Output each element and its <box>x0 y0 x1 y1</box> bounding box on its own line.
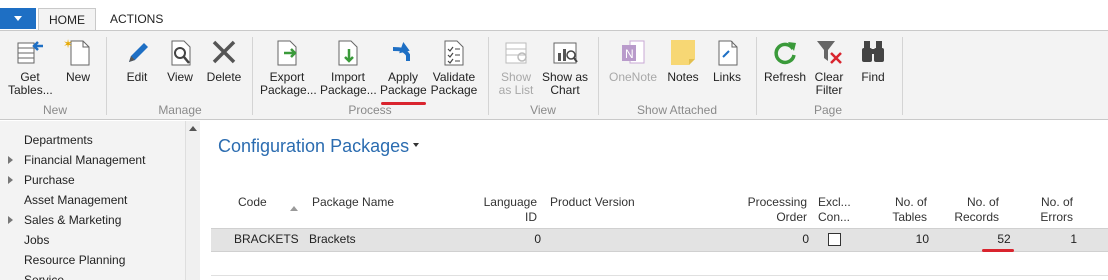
column-header-no-of-errors[interactable]: No. of Errors <box>1021 195 1073 225</box>
group-separator <box>106 37 107 115</box>
group-label-process: Process <box>348 103 392 117</box>
nav-item[interactable]: Asset Management <box>24 193 127 207</box>
cell-code[interactable]: BRACKETS <box>234 232 299 246</box>
navigation-pane: Departments Financial Management Purchase A… <box>0 121 200 280</box>
chart-view-icon <box>550 37 580 67</box>
nav-scrollbar[interactable] <box>185 121 200 280</box>
onenote-button[interactable]: N OneNote <box>606 37 660 84</box>
column-header-no-of-tables[interactable]: No. of Tables <box>871 195 927 225</box>
nav-item[interactable]: Jobs <box>24 233 49 247</box>
page-title: Configuration Packages <box>218 136 410 156</box>
ribbon: Get Tables... ✶ New New Edit View Delete… <box>0 30 1108 120</box>
cell-no-of-tables[interactable]: 10 <box>881 232 929 246</box>
cell-package-name[interactable]: Brackets <box>309 232 356 246</box>
clear-filter-icon <box>814 37 844 67</box>
get-tables-button[interactable]: Get Tables... <box>8 37 53 97</box>
validate-package-button[interactable]: Validate Package <box>430 37 478 97</box>
links-button[interactable]: Links <box>708 37 746 84</box>
view-document-icon <box>165 37 195 67</box>
sticky-note-icon <box>668 37 698 67</box>
nav-item[interactable]: Service <box>24 273 64 280</box>
title-dropdown-caret-icon[interactable] <box>413 143 419 147</box>
group-separator <box>252 37 253 115</box>
new-button[interactable]: ✶ New <box>62 37 94 84</box>
scroll-up-arrow-icon[interactable] <box>189 126 197 131</box>
nav-item[interactable]: Financial Management <box>24 153 145 167</box>
find-button[interactable]: Find <box>856 37 890 84</box>
tab-home[interactable]: HOME <box>38 8 96 31</box>
group-label-page: Page <box>813 103 843 117</box>
list-view-icon <box>501 37 531 67</box>
nav-item[interactable]: Purchase <box>24 173 75 187</box>
application-menu-button[interactable] <box>0 8 36 29</box>
import-document-icon <box>333 37 363 67</box>
tab-actions[interactable]: ACTIONS <box>98 8 175 31</box>
links-document-icon <box>712 37 742 67</box>
delete-x-icon <box>209 37 239 67</box>
apply-package-button[interactable]: Apply Package <box>380 37 427 97</box>
clear-filter-button[interactable]: Clear Filter <box>810 37 848 97</box>
onenote-icon: N <box>618 37 648 67</box>
pencil-icon <box>122 37 152 67</box>
nav-item[interactable]: Departments <box>24 133 93 147</box>
view-button[interactable]: View <box>162 37 198 84</box>
export-package-button[interactable]: Export Package... <box>260 37 317 97</box>
export-document-icon <box>272 37 302 67</box>
group-label-show-attached: Show Attached <box>636 103 718 117</box>
annotation-underline <box>982 249 1014 252</box>
edit-button[interactable]: Edit <box>120 37 154 84</box>
new-document-icon: ✶ <box>63 37 93 67</box>
notes-button[interactable]: Notes <box>664 37 702 84</box>
group-separator <box>756 37 757 115</box>
exclude-config-tables-checkbox[interactable] <box>828 233 841 246</box>
cell-processing-order[interactable]: 0 <box>761 232 809 246</box>
get-tables-icon <box>15 37 45 67</box>
expand-arrow-icon[interactable] <box>8 216 13 224</box>
expand-arrow-icon[interactable] <box>8 156 13 164</box>
cell-no-of-errors[interactable]: 1 <box>1029 232 1077 246</box>
expand-arrow-icon[interactable] <box>8 176 13 184</box>
import-package-button[interactable]: Import Package... <box>320 37 377 97</box>
column-header-code[interactable]: Code <box>238 195 267 210</box>
column-header-language-id[interactable]: Language ID <box>477 195 537 225</box>
svg-text:✶: ✶ <box>63 37 73 51</box>
ribbon-tab-strip: HOME ACTIONS <box>0 0 1108 31</box>
refresh-icon <box>770 37 800 67</box>
nav-item[interactable]: Resource Planning <box>24 253 125 267</box>
group-label-manage: Manage <box>158 103 202 117</box>
group-label-new: New <box>42 103 67 117</box>
refresh-button[interactable]: Refresh <box>762 37 808 84</box>
cell-no-of-records[interactable]: 52 <box>979 232 1029 246</box>
cell-language-id[interactable]: 0 <box>501 232 541 246</box>
column-header-exclude-config-tables[interactable]: Excl... Con... <box>818 195 851 225</box>
binoculars-icon <box>858 37 888 67</box>
delete-button[interactable]: Delete <box>204 37 244 84</box>
apply-arrow-icon <box>388 37 418 67</box>
column-header-processing-order[interactable]: Processing Order <box>741 195 807 225</box>
validate-checklist-icon <box>439 37 469 67</box>
group-separator <box>598 37 599 115</box>
group-label-view: View <box>530 103 556 117</box>
show-as-list-button[interactable]: Show as List <box>496 37 536 97</box>
nav-item[interactable]: Sales & Marketing <box>24 213 121 227</box>
main-content: Configuration Packages Code Package Name… <box>201 121 1108 280</box>
show-as-chart-button[interactable]: Show as Chart <box>540 37 590 97</box>
column-header-no-of-records[interactable]: No. of Records <box>941 195 999 225</box>
group-separator <box>488 37 489 115</box>
column-header-product-version[interactable]: Product Version <box>550 195 635 210</box>
sort-ascending-icon <box>290 206 298 211</box>
group-separator <box>902 37 903 115</box>
column-header-package-name[interactable]: Package Name <box>312 195 394 210</box>
table-bottom-divider <box>211 275 1108 276</box>
svg-text:N: N <box>625 47 634 61</box>
